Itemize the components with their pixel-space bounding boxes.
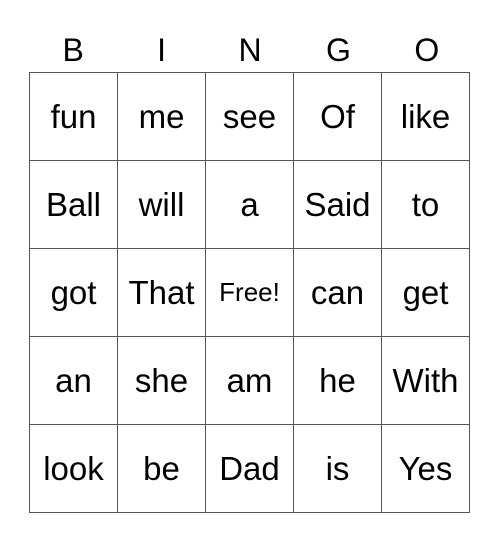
bingo-cell[interactable]: a (205, 160, 294, 249)
bingo-cell[interactable]: got (29, 248, 118, 337)
bingo-cell[interactable]: see (205, 72, 294, 161)
bingo-cell[interactable]: am (205, 336, 294, 425)
grid-row: Ball will a Said to (29, 160, 470, 249)
bingo-cell[interactable]: is (293, 424, 382, 513)
bingo-cell[interactable]: to (381, 160, 470, 249)
bingo-cell[interactable]: be (117, 424, 206, 513)
bingo-cell[interactable]: fun (29, 72, 118, 161)
header-letter-i: I (157, 32, 167, 68)
bingo-cell[interactable]: she (117, 336, 206, 425)
bingo-cell[interactable]: will (117, 160, 206, 249)
grid-row: an she am he With (29, 336, 470, 425)
header-letter-g: G (325, 32, 351, 68)
bingo-grid: fun me see Of like Ball will a Said to got That Free… (29, 72, 470, 513)
header-letter-n: N (238, 32, 262, 68)
bingo-cell[interactable]: With (381, 336, 470, 425)
header-letter-b: B (62, 32, 84, 68)
bingo-cell[interactable]: Of (293, 72, 382, 161)
header-letter-o: O (414, 32, 440, 68)
bingo-cell[interactable]: me (117, 72, 206, 161)
bingo-cell[interactable]: get (381, 248, 470, 337)
bingo-cell[interactable]: Ball (29, 160, 118, 249)
bingo-cell[interactable]: can (293, 248, 382, 337)
bingo-cell[interactable]: look (29, 424, 118, 513)
bingo-cell[interactable]: he (293, 336, 382, 425)
bingo-cell[interactable]: That (117, 248, 206, 337)
bingo-cell[interactable]: like (381, 72, 470, 161)
bingo-cell[interactable]: Dad (205, 424, 294, 513)
grid-row: got That Free! can get (29, 248, 470, 337)
free-space-cell[interactable]: Free! (205, 248, 294, 337)
bingo-cell[interactable]: Said (293, 160, 382, 249)
bingo-cell[interactable]: an (29, 336, 118, 425)
grid-row: look be Dad is Yes (29, 424, 470, 513)
grid-row: fun me see Of like (29, 72, 470, 161)
bingo-cell[interactable]: Yes (381, 424, 470, 513)
bingo-header: B I N G O (29, 28, 471, 72)
